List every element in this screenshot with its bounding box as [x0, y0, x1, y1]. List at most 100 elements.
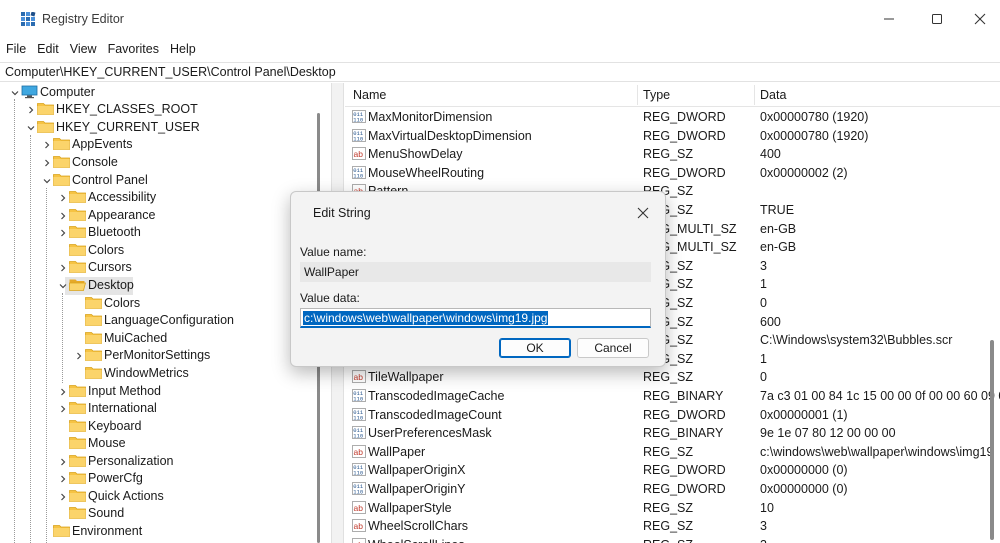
- dialog-close-button[interactable]: [636, 206, 650, 220]
- value-name: MouseWheelRouting: [368, 165, 485, 180]
- value-name: WallPaper: [368, 444, 426, 459]
- list-scroll-thumb[interactable]: [990, 340, 994, 540]
- value-row[interactable]: 011 110 MaxMonitorDimension REG_DWORD 0x0000…: [345, 108, 1000, 126]
- svg-text:110: 110: [353, 135, 363, 142]
- value-data: en-GB: [760, 240, 797, 255]
- value-type: REG_SZ: [643, 519, 694, 534]
- tree-node-quick-actions[interactable]: Quick Actions: [0, 487, 310, 505]
- tree-node-hkcr[interactable]: HKEY_CLASSES_ROOT: [0, 100, 310, 118]
- chevron-right-icon[interactable]: [42, 157, 52, 167]
- tree-node-appearance[interactable]: Appearance: [0, 206, 310, 224]
- binary-value-icon: 011 110: [352, 110, 366, 124]
- value-type: REG_SZ: [643, 500, 694, 515]
- tree-node-powercfg[interactable]: PowerCfg: [0, 469, 310, 487]
- svg-text:110: 110: [353, 433, 363, 440]
- menu-edit[interactable]: Edit: [37, 42, 59, 60]
- tree-node-computer[interactable]: Computer: [0, 83, 310, 101]
- tree-node-console[interactable]: Console: [0, 153, 310, 171]
- column-header-type[interactable]: Type: [643, 88, 670, 102]
- close-button[interactable]: [968, 9, 992, 29]
- value-data: 1: [760, 351, 767, 366]
- chevron-down-icon[interactable]: [10, 87, 20, 97]
- string-value-icon: ab: [352, 147, 366, 161]
- value-row[interactable]: 011 110 WallpaperOriginY REG_DWORD 0x0000000…: [345, 480, 1000, 498]
- tree-node-accessibility[interactable]: Accessibility: [0, 188, 310, 206]
- tree-node-desktop[interactable]: Desktop: [0, 276, 310, 294]
- chevron-right-icon[interactable]: [42, 139, 52, 149]
- value-row[interactable]: ab MenuShowDelay REG_SZ 400: [345, 145, 1000, 163]
- value-data-text[interactable]: c:\windows\web\wallpaper\windows\img19.j…: [303, 311, 549, 325]
- cancel-button[interactable]: Cancel: [577, 338, 649, 358]
- tree-node-label: Input Method: [88, 384, 161, 398]
- chevron-right-icon[interactable]: [58, 210, 68, 220]
- minimize-button[interactable]: [877, 9, 901, 29]
- tree-node-keyboard[interactable]: Keyboard: [0, 417, 310, 435]
- string-value-icon: ab: [352, 537, 366, 543]
- column-divider[interactable]: [754, 85, 755, 105]
- chevron-down-icon[interactable]: [42, 175, 52, 185]
- value-row[interactable]: abWheelScrollLines REG_SZ 3: [345, 536, 1000, 543]
- folder-icon: [53, 524, 70, 537]
- value-row[interactable]: 011 110 UserPreferencesMask REG_BINARY 9e 1e…: [345, 424, 1000, 442]
- chevron-right-icon[interactable]: [58, 386, 68, 396]
- ok-button[interactable]: OK: [499, 338, 571, 358]
- folder-icon: [69, 489, 86, 502]
- value-name: TranscodedImageCache: [368, 389, 505, 403]
- tree-node-input-method[interactable]: Input Method: [0, 382, 310, 400]
- chevron-right-icon[interactable]: [58, 227, 68, 237]
- tree-node-cursors[interactable]: Cursors: [0, 258, 310, 276]
- tree-node-per-monitor-settings[interactable]: PerMonitorSettings: [0, 346, 310, 364]
- value-row[interactable]: 011 110 TranscodedImageCount REG_DWORD 0x000…: [345, 406, 1000, 424]
- menu-view[interactable]: View: [70, 42, 97, 60]
- folder-icon: [85, 313, 102, 326]
- chevron-down-icon[interactable]: [58, 280, 68, 290]
- value-row[interactable]: ab WallPaper REG_SZ c:\windows\web\wallpape…: [345, 443, 1000, 461]
- address-path[interactable]: Computer\HKEY_CURRENT_USER\Control Panel…: [5, 65, 336, 79]
- value-row[interactable]: 011 110 MaxVirtualDesktopDimension REG_DWOR…: [345, 127, 1000, 145]
- tree-node-mui-cached[interactable]: MuiCached: [0, 329, 310, 347]
- maximize-button[interactable]: [925, 9, 949, 29]
- value-data: 400: [760, 147, 781, 162]
- tree-node-control-panel[interactable]: Control Panel: [0, 171, 310, 189]
- value-row[interactable]: 011 110 MouseWheelRouting REG_DWORD 0x000000…: [345, 164, 1000, 182]
- tree-node-personalization[interactable]: Personalization: [0, 452, 310, 470]
- value-row[interactable]: 011 110 WallpaperOriginX REG_DWORD 0x0000000…: [345, 461, 1000, 479]
- menu-help[interactable]: Help: [170, 42, 196, 60]
- value-row[interactable]: ab TileWallpaper REG_SZ 0: [345, 368, 1000, 386]
- column-header-name[interactable]: Name: [353, 88, 386, 102]
- value-row[interactable]: ab WheelScrollChars REG_SZ 3: [345, 517, 1000, 535]
- tree-node-label: HKEY_CLASSES_ROOT: [56, 102, 198, 116]
- tree-node-hkcu[interactable]: HKEY_CURRENT_USER: [0, 118, 310, 136]
- value-name: MenuShowDelay: [368, 147, 463, 162]
- tree-node-window-metrics[interactable]: WindowMetrics: [0, 364, 310, 382]
- chevron-right-icon[interactable]: [58, 403, 68, 413]
- tree-node-label: Accessibility: [88, 190, 157, 204]
- column-header-data[interactable]: Data: [760, 88, 786, 102]
- tree-node-mouse[interactable]: Mouse: [0, 434, 310, 452]
- chevron-right-icon[interactable]: [58, 262, 68, 272]
- tree-node-language-configuration[interactable]: LanguageConfiguration: [0, 311, 310, 329]
- tree-node-environment[interactable]: Environment: [0, 522, 310, 540]
- menu-favorites[interactable]: Favorites: [108, 42, 159, 60]
- tree-node-colors[interactable]: Colors: [0, 241, 310, 259]
- chevron-right-icon[interactable]: [58, 456, 68, 466]
- value-name: WheelScrollChars: [368, 519, 469, 534]
- chevron-right-icon[interactable]: [58, 192, 68, 202]
- value-data-input[interactable]: c:\windows\web\wallpaper\windows\img19.j…: [300, 308, 651, 328]
- menu-file[interactable]: File: [6, 42, 26, 60]
- address-bar[interactable]: Computer\HKEY_CURRENT_USER\Control Panel…: [0, 62, 1000, 82]
- tree-node-desktop-colors[interactable]: Colors: [0, 294, 310, 312]
- tree-node-sound[interactable]: Sound: [0, 504, 310, 522]
- column-divider[interactable]: [637, 85, 638, 105]
- chevron-right-icon[interactable]: [58, 473, 68, 483]
- chevron-right-icon[interactable]: [74, 350, 84, 360]
- tree-node-international[interactable]: International: [0, 399, 310, 417]
- chevron-right-icon[interactable]: [26, 104, 36, 114]
- tree-node-bluetooth[interactable]: Bluetooth: [0, 223, 310, 241]
- value-row[interactable]: ab WallpaperStyle REG_SZ 10: [345, 499, 1000, 517]
- value-row[interactable]: 011 110 TranscodedImageCache REG_BINARY 7a c…: [345, 387, 1000, 405]
- folder-icon: [53, 173, 70, 186]
- tree-node-appevents[interactable]: AppEvents: [0, 135, 310, 153]
- chevron-right-icon[interactable]: [58, 491, 68, 501]
- chevron-down-icon[interactable]: [26, 122, 36, 132]
